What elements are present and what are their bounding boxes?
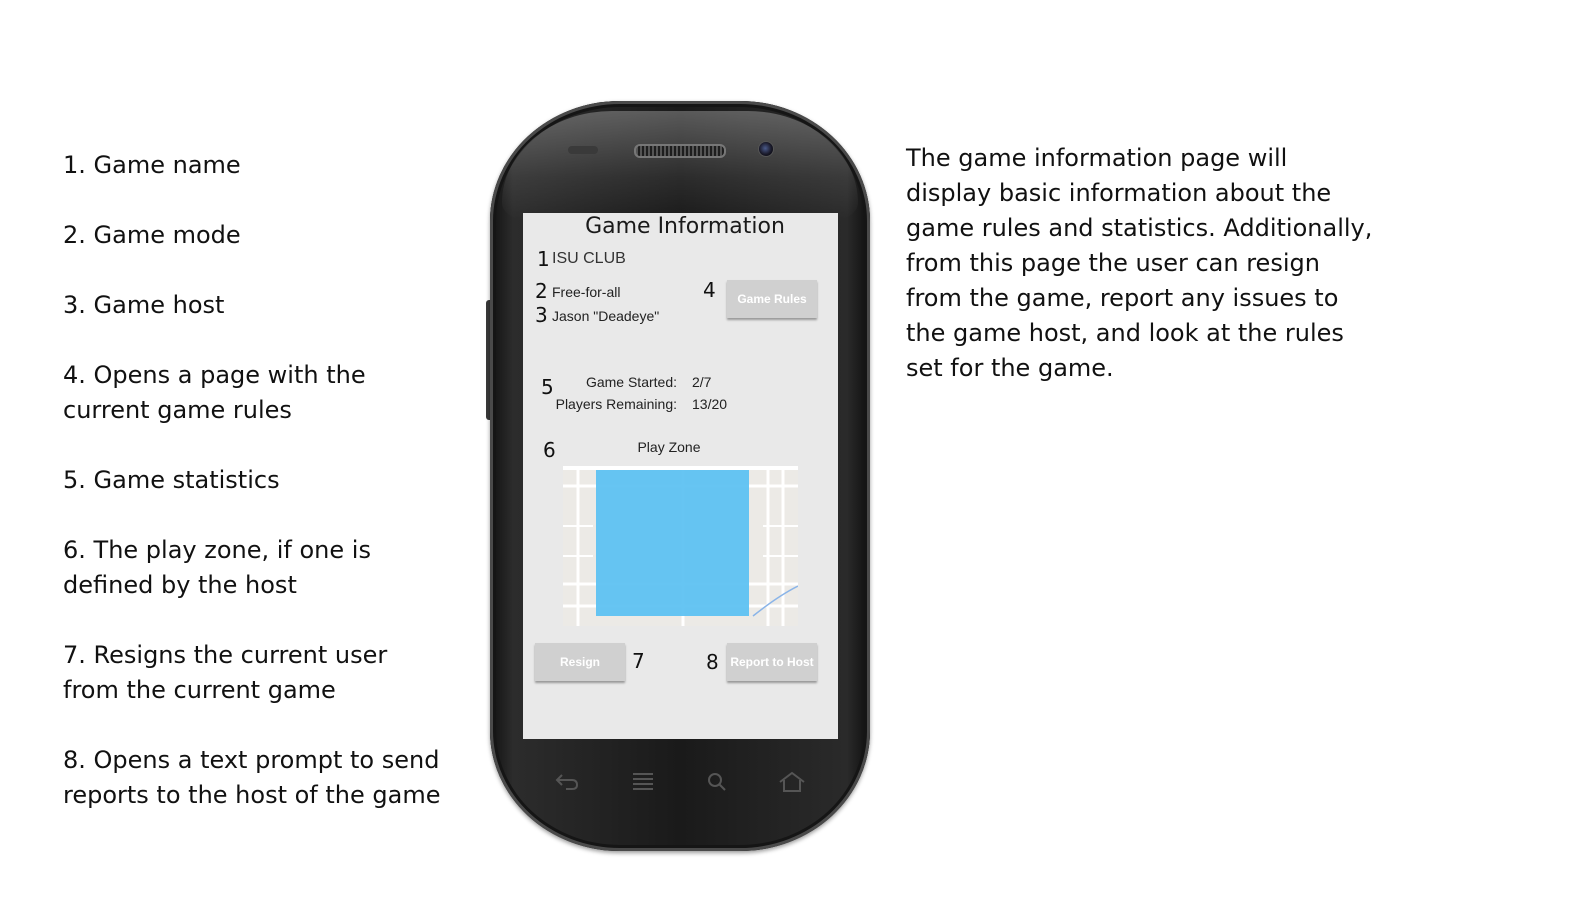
play-zone-area (596, 470, 749, 616)
earpiece-speaker (634, 144, 726, 158)
game-host: Jason "Deadeye" (552, 308, 660, 324)
annotation-1: 1. Game name (63, 151, 241, 179)
marker-4: 4 (703, 278, 716, 302)
game-rules-button[interactable]: Game Rules (727, 280, 817, 318)
game-name: ISU CLUB (552, 250, 626, 267)
game-started-value: 2/7 (692, 374, 712, 390)
phone-gloss (502, 111, 858, 221)
annotation-4: 4. Opens a page with the current game ru… (63, 361, 366, 424)
marker-6: 6 (543, 438, 556, 462)
back-icon[interactable] (552, 771, 582, 796)
annotation-2: 2. Game mode (63, 221, 241, 249)
annotation-6: 6. The play zone, if one is defined by t… (63, 536, 371, 599)
proximity-sensor (568, 146, 598, 154)
front-camera (758, 141, 774, 157)
marker-3: 3 (535, 303, 548, 327)
marker-8: 8 (706, 650, 719, 674)
home-icon[interactable] (777, 771, 807, 798)
players-remaining-label: Players Remaining: (555, 396, 677, 412)
menu-icon[interactable] (628, 771, 658, 798)
page-title: Game Information (585, 214, 785, 239)
game-started-label: Game Started: (585, 374, 677, 390)
game-mode: Free-for-all (552, 284, 621, 300)
resign-button[interactable]: Resign (535, 643, 625, 681)
marker-7: 7 (632, 649, 645, 673)
players-remaining-value: 13/20 (692, 396, 728, 412)
marker-2: 2 (535, 279, 548, 303)
play-zone-map[interactable] (563, 466, 798, 626)
search-icon[interactable] (702, 771, 732, 798)
phone-screen: Game Information 1 ISU CLUB 2 Free-for-a… (523, 213, 838, 739)
page-description: The game information page will display b… (906, 144, 1373, 382)
annotation-3: 3. Game host (63, 291, 225, 319)
report-to-host-button[interactable]: Report to Host (727, 643, 817, 681)
annotation-8: 8. Opens a text prompt to send reports t… (63, 746, 441, 809)
annotation-7: 7. Resigns the current user from the cur… (63, 641, 388, 704)
play-zone-label: Play Zone (637, 439, 701, 455)
marker-1: 1 (537, 247, 550, 271)
annotation-5: 5. Game statistics (63, 466, 280, 494)
